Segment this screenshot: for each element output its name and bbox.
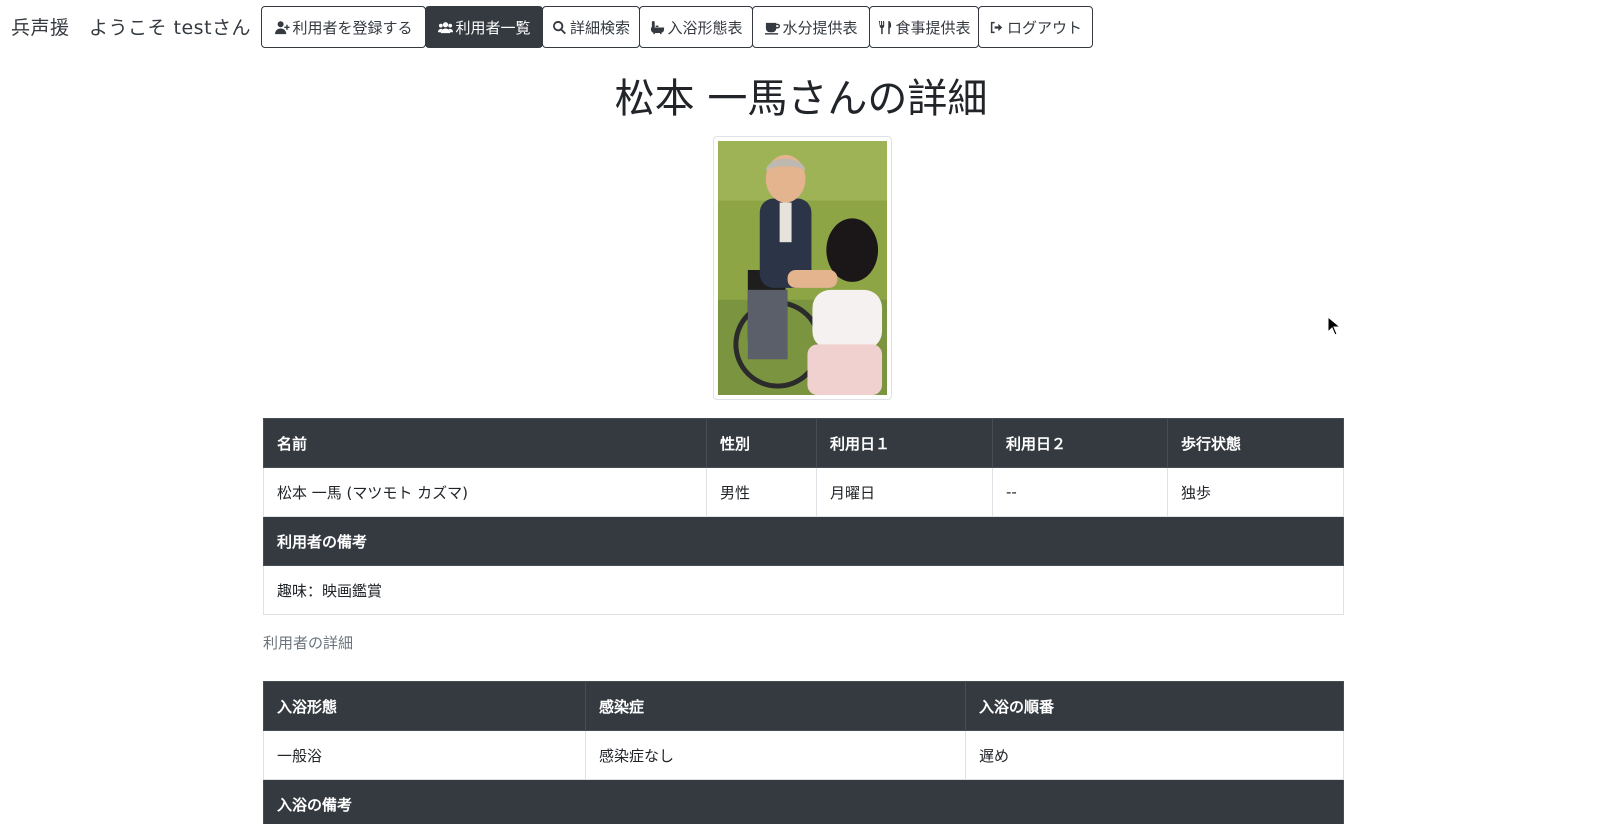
register-user-button[interactable]: 利用者を登録する <box>261 6 426 48</box>
cell-use-day-2: -- <box>992 467 1168 517</box>
user-photo-frame <box>713 136 892 400</box>
meal-table-button[interactable]: 食事提供表 <box>869 6 979 48</box>
cell-bath-order: 遅め <box>965 730 1344 780</box>
header-gender: 性別 <box>706 418 817 468</box>
user-plus-icon <box>274 19 290 35</box>
mouse-cursor-icon <box>1327 316 1341 336</box>
user-list-button[interactable]: 利用者一覧 <box>425 6 543 48</box>
water-table-label: 水分提供表 <box>782 18 858 37</box>
table-header-row: 名前 性別 利用日１ 利用日２ 歩行状態 <box>263 418 1344 468</box>
brand-welcome: 兵声援 ようこそ testさん <box>11 17 252 39</box>
register-user-label: 利用者を登録する <box>292 18 413 37</box>
header-walking-status: 歩行状態 <box>1167 418 1344 468</box>
user-list-label: 利用者一覧 <box>455 18 531 37</box>
bath-icon <box>649 19 665 35</box>
cell-walking-status: 独歩 <box>1167 467 1344 517</box>
header-bath-notes: 入浴の備考 <box>263 779 1344 824</box>
cell-use-day-1: 月曜日 <box>816 467 993 517</box>
user-detail-table: 名前 性別 利用日１ 利用日２ 歩行状態 松本 一馬 (マツモト カズマ) 男性… <box>263 418 1344 615</box>
user-photo <box>718 141 887 395</box>
detail-search-label: 詳細検索 <box>569 18 630 37</box>
notes-header-row: 利用者の備考 <box>263 516 1344 566</box>
water-table-button[interactable]: 水分提供表 <box>752 6 870 48</box>
logout-label: ログアウト <box>1006 18 1082 37</box>
header-user-notes: 利用者の備考 <box>263 516 1344 566</box>
notes-row: 趣味：映画鑑賞 <box>263 565 1344 615</box>
header-name: 名前 <box>263 418 707 468</box>
bath-detail-table: 入浴形態 感染症 入浴の順番 一般浴 感染症なし 遅め 入浴の備考 <box>263 681 1344 824</box>
cell-gender: 男性 <box>706 467 817 517</box>
header-use-day-2: 利用日２ <box>992 418 1168 468</box>
cell-infection: 感染症なし <box>585 730 966 780</box>
users-icon <box>437 19 453 35</box>
table-caption: 利用者の詳細 <box>263 634 354 652</box>
bath-table-label: 入浴形態表 <box>667 18 743 37</box>
table-row: 一般浴 感染症なし 遅め <box>263 730 1344 780</box>
notes-header-row: 入浴の備考 <box>263 779 1344 824</box>
page-title: 松本 一馬さんの詳細 <box>614 76 988 122</box>
cell-name: 松本 一馬 (マツモト カズマ) <box>263 467 707 517</box>
header-bath-type: 入浴形態 <box>263 681 586 731</box>
cup-icon <box>764 19 780 35</box>
cell-bath-type: 一般浴 <box>263 730 586 780</box>
meal-table-label: 食事提供表 <box>895 18 971 37</box>
table-header-row: 入浴形態 感染症 入浴の順番 <box>263 681 1344 731</box>
logout-button[interactable]: ログアウト <box>978 6 1093 48</box>
bath-table-button[interactable]: 入浴形態表 <box>639 6 753 48</box>
search-icon <box>552 19 568 35</box>
utensils-icon <box>877 19 893 35</box>
cell-user-notes: 趣味：映画鑑賞 <box>263 565 1344 615</box>
detail-search-button[interactable]: 詳細検索 <box>542 6 640 48</box>
navbar: 兵声援 ようこそ testさん 利用者を登録する 利用者一覧 詳細検索 入浴形態… <box>0 0 1602 50</box>
header-use-day-1: 利用日１ <box>816 418 993 468</box>
logout-icon <box>989 19 1005 35</box>
table-row: 松本 一馬 (マツモト カズマ) 男性 月曜日 -- 独歩 <box>263 467 1344 517</box>
header-infection: 感染症 <box>585 681 966 731</box>
header-bath-order: 入浴の順番 <box>965 681 1344 731</box>
